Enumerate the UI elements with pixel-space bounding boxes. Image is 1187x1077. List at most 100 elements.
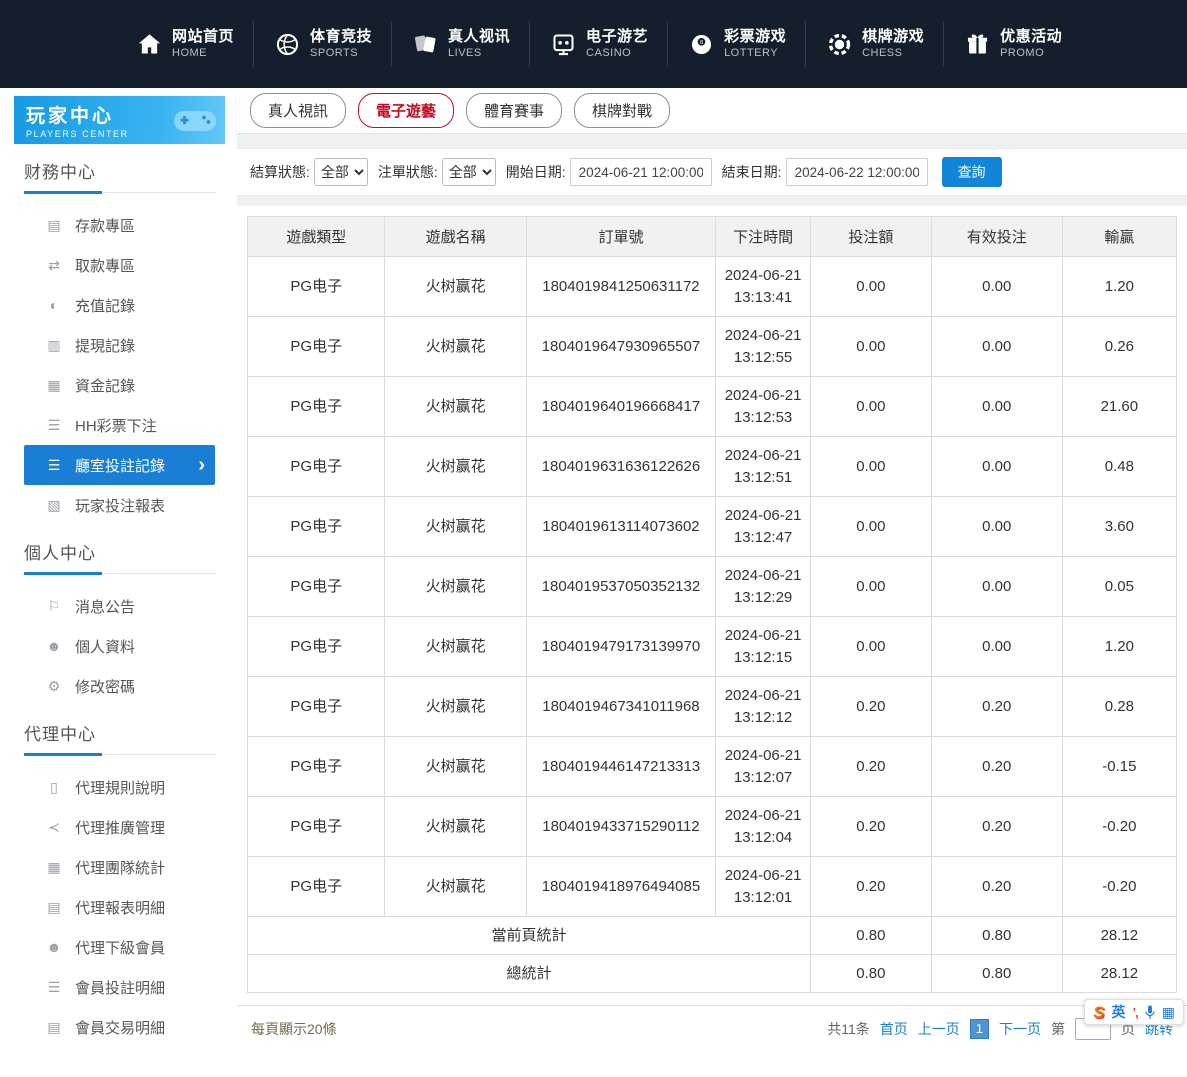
cell-game-name: 火树赢花 <box>385 317 526 377</box>
sidebar-item-agent-rules[interactable]: ▯代理規則說明 <box>0 767 237 807</box>
sidebar-item-label: 消息公告 <box>75 596 135 617</box>
cell-win-loss: -0.20 <box>1062 857 1176 917</box>
sidebar-item-agent-team-stats[interactable]: ▦代理團隊統計 <box>0 847 237 887</box>
table-row: PG电子火树赢花18040194791731399702024-06-21 13… <box>248 617 1177 677</box>
nav-label-en: CHESS <box>862 47 924 60</box>
first-page-link[interactable]: 首页 <box>880 1019 908 1039</box>
sidebar-item-label: 資金記錄 <box>75 375 135 396</box>
nav-item-chess[interactable]: 棋牌游戏CHESS <box>805 21 943 67</box>
banknote-icon: ▥ <box>45 337 63 354</box>
cell-valid-bet: 0.00 <box>931 257 1062 317</box>
cell-game-type: PG电子 <box>248 557 385 617</box>
total-summary-row: 總統計 0.80 0.80 28.12 <box>248 955 1177 993</box>
sidebar-item-label: 提現記錄 <box>75 335 135 356</box>
cell-bet-amount: 0.00 <box>810 257 931 317</box>
nav-label-zh: 优惠活动 <box>1000 28 1062 45</box>
nav-label-en: CASINO <box>586 47 648 60</box>
ime-toolbar[interactable]: S 英 ’, ▦ <box>1084 999 1184 1025</box>
sidebar-item-member-bet-detail[interactable]: ☰會員投註明細 <box>0 967 237 1007</box>
total-summary-bet-amount: 0.80 <box>810 955 931 993</box>
results-panel: 遊戲類型遊戲名稱訂單號下注時間投注額有效投注輸贏 PG电子火树赢花1804019… <box>237 206 1187 1077</box>
players-center-text: 玩家中心 PLAYERS CENTER <box>26 101 129 139</box>
total-summary-win-loss: 28.12 <box>1062 955 1176 993</box>
tab-chess-battle[interactable]: 棋牌對戰 <box>574 93 670 128</box>
cell-game-type: PG电子 <box>248 377 385 437</box>
tab-electronic-games[interactable]: 電子遊藝 <box>358 93 454 128</box>
nav-label-en: HOME <box>172 47 234 60</box>
nav-item-lottery[interactable]: 8彩票游戏LOTTERY <box>667 21 805 67</box>
sidebar-item-withdraw-record[interactable]: ▥ 提現記錄 <box>0 325 237 365</box>
end-date-input[interactable] <box>786 158 928 186</box>
table-row: PG电子火树赢花18040196401966684172024-06-21 13… <box>248 377 1177 437</box>
cell-valid-bet: 0.20 <box>931 737 1062 797</box>
nav-label-zh: 电子游艺 <box>586 28 648 45</box>
nav-item-lives[interactable]: 真人视讯LIVES <box>391 21 529 67</box>
sidebar-item-member-transaction-detail[interactable]: ▤會員交易明細 <box>0 1007 237 1047</box>
ime-punctuation-icon[interactable]: ’, <box>1133 1005 1138 1020</box>
tab-live-video[interactable]: 真人視訊 <box>250 93 346 128</box>
sogou-logo-icon[interactable]: S <box>1093 1004 1104 1021</box>
nav-items: 网站首页HOME体育竞技SPORTS真人视讯LIVES 电子游艺 CASINO 8彩票… <box>116 21 1081 67</box>
cell-bet-amount: 0.00 <box>810 497 931 557</box>
section-title: 财務中心 <box>24 158 216 193</box>
page-layout: 玩家中心 PLAYERS CENTER 财務中心▤存款專區⇄取款專區◐充值記錄▥… <box>0 88 1187 1077</box>
column-header: 投注額 <box>810 217 931 257</box>
sidebar-item-label: 代理團隊統計 <box>75 857 165 878</box>
cell-win-loss: -0.15 <box>1062 737 1176 797</box>
gamepad-icon <box>173 107 217 133</box>
cell-bet-time: 2024-06-21 13:12:07 <box>716 737 811 797</box>
sidebar-item-withdraw[interactable]: ⇄取款專區 <box>0 245 237 285</box>
sidebar-item-label: 取款專區 <box>75 255 135 276</box>
sidebar-item-agent-members[interactable]: ☻代理下級會員 <box>0 927 237 967</box>
next-page-link[interactable]: 下一页 <box>999 1019 1041 1039</box>
cell-win-loss: 1.20 <box>1062 257 1176 317</box>
players-center-banner: 玩家中心 PLAYERS CENTER <box>14 96 225 144</box>
sidebar-item-change-password[interactable]: ⚙修改密碼 <box>0 666 237 706</box>
ime-language-indicator[interactable]: 英 <box>1112 1002 1126 1022</box>
sidebar-item-announcements[interactable]: ⚐消息公告 <box>0 586 237 626</box>
sidebar-item-recharge-record[interactable]: ◐充值記錄 <box>0 285 237 325</box>
start-date-input[interactable] <box>570 158 712 186</box>
sidebar-item-room-bet-record[interactable]: ☰廳室投註記錄› <box>24 445 215 485</box>
table-row: PG电子火树赢花18040196131140736022024-06-21 13… <box>248 497 1177 557</box>
tab-sports-events[interactable]: 體育賽事 <box>466 93 562 128</box>
sidebar-item-deposit[interactable]: ▤存款專區 <box>0 205 237 245</box>
cell-valid-bet: 0.00 <box>931 497 1062 557</box>
settle-status-label: 結算狀態: <box>250 162 310 182</box>
sidebar-item-funds-record[interactable]: ▦資金記錄 <box>0 365 237 405</box>
user-icon: ☻ <box>45 638 63 654</box>
sidebar-item-label: 代理規則說明 <box>75 777 165 798</box>
current-page-summary-row: 當前頁統計 0.80 0.80 28.12 <box>248 917 1177 955</box>
query-button[interactable]: 查詢 <box>942 157 1002 187</box>
nav-item-promo[interactable]: 优惠活动PROMO <box>943 21 1081 67</box>
sidebar-item-agent-report-detail[interactable]: ▤代理報表明細 <box>0 887 237 927</box>
cell-bet-time: 2024-06-21 13:12:01 <box>716 857 811 917</box>
order-status-select[interactable]: 全部 <box>442 158 496 186</box>
microphone-icon[interactable] <box>1145 1005 1155 1020</box>
prev-page-link[interactable]: 上一页 <box>918 1019 960 1039</box>
table-row: PG电子火树赢花18040196316361226262024-06-21 13… <box>248 437 1177 497</box>
column-header: 訂單號 <box>526 217 716 257</box>
cell-game-type: PG电子 <box>248 317 385 377</box>
droplet-icon: ◐ <box>45 297 63 313</box>
nav-item-home[interactable]: 网站首页HOME <box>116 21 253 67</box>
keyboard-icon[interactable]: ▦ <box>1162 1005 1175 1019</box>
column-header: 輸贏 <box>1062 217 1176 257</box>
sidebar-item-agent-promotion[interactable]: ≺代理推廣管理 <box>0 807 237 847</box>
sidebar-subtitle: PLAYERS CENTER <box>26 129 129 139</box>
cell-game-name: 火树赢花 <box>385 857 526 917</box>
sidebar-item-hh-lottery-bet[interactable]: ☰HH彩票下注 <box>0 405 237 445</box>
current-page-indicator[interactable]: 1 <box>970 1019 989 1039</box>
sidebar-item-player-bet-report[interactable]: ▧玩家投注報表 <box>0 485 237 525</box>
cell-game-type: PG电子 <box>248 437 385 497</box>
sidebar-item-profile[interactable]: ☻個人資料 <box>0 626 237 666</box>
cell-win-loss: -0.20 <box>1062 797 1176 857</box>
cell-order-no: 1804019613114073602 <box>526 497 716 557</box>
cell-valid-bet: 0.00 <box>931 437 1062 497</box>
settle-status-select[interactable]: 全部 <box>314 158 368 186</box>
nav-item-casino[interactable]: 电子游艺 CASINO <box>529 21 667 67</box>
sidebar-item-label: 玩家投注報表 <box>75 495 165 516</box>
nav-item-sports[interactable]: 体育竞技SPORTS <box>253 21 391 67</box>
svg-text:8: 8 <box>700 39 703 45</box>
cell-order-no: 1804019841250631172 <box>526 257 716 317</box>
